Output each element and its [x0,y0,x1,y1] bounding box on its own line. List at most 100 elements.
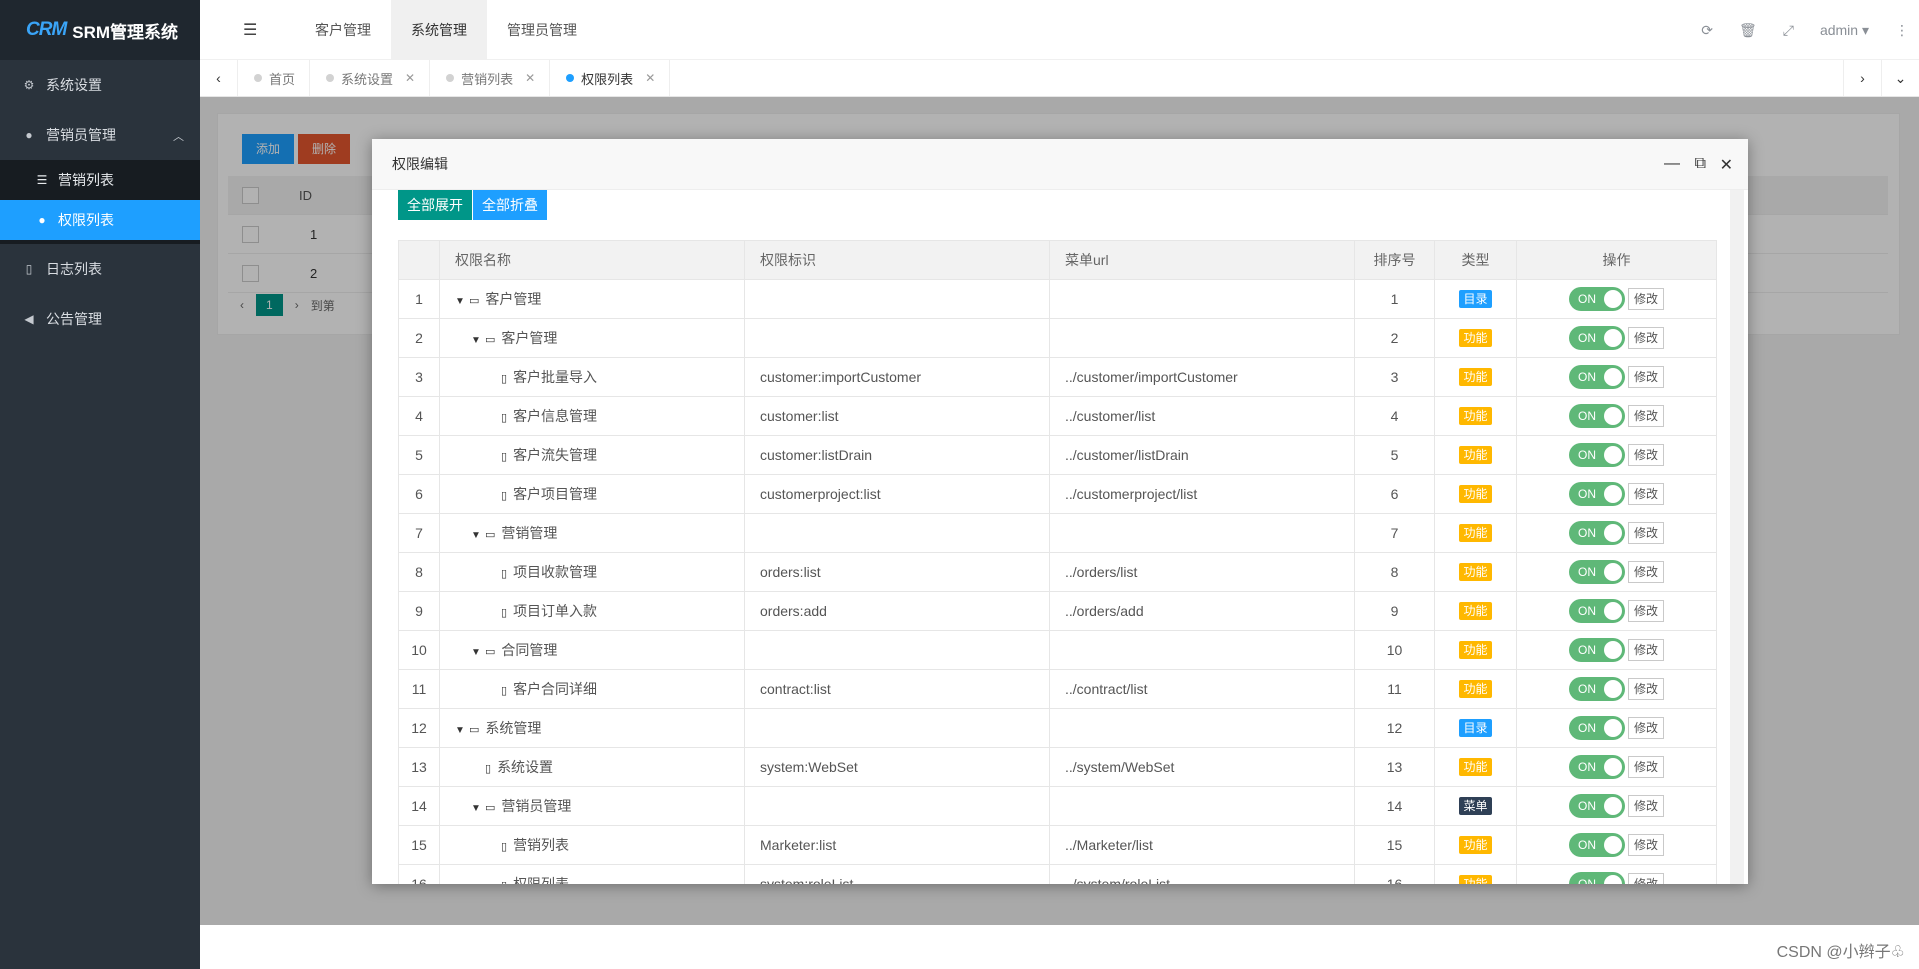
sidebar-item-announcements[interactable]: ◀ 公告管理 [0,294,200,344]
user-menu[interactable]: admin ▾ [1820,22,1869,39]
status-toggle[interactable]: ON [1568,521,1625,545]
nav-system-management[interactable]: 系统管理 [391,0,487,60]
permission-name-cell[interactable]: ▯ 客户合同详细 [439,669,745,709]
sidebar-item-system-settings[interactable]: ⚙ 系统设置 [0,60,200,110]
status-toggle[interactable]: ON [1568,677,1625,701]
status-toggle[interactable]: ON [1568,287,1625,311]
app-logo[interactable]: CRM SRM管理系统 [0,0,200,60]
dialog-body: 全部展开 全部折叠 权限名称 权限标识 菜单url 排序号 类型 操作 1 ▼ ▭ 客… [372,190,1748,884]
caret-down-icon[interactable]: ▼ [471,335,481,346]
nav-admin-management[interactable]: 管理员管理 [487,0,597,60]
edit-button[interactable]: 修改 [1627,717,1664,739]
permission-name-cell[interactable]: ▯ 客户项目管理 [439,474,745,514]
edit-button[interactable]: 修改 [1627,366,1664,388]
more-icon[interactable]: ⋮ [1895,22,1909,39]
sidebar-item-marketer-management[interactable]: ● 营销员管理 ︿ [0,110,200,160]
permission-name-cell[interactable]: ▯ 客户流失管理 [439,435,745,475]
caret-down-icon[interactable]: ▼ [455,296,465,307]
permission-name-cell[interactable]: ▼ ▭ 客户管理 [439,279,745,319]
caret-down-icon[interactable]: ▼ [471,803,481,814]
caret-down-icon[interactable]: ▼ [471,647,481,658]
permission-name-cell[interactable]: ▯ 客户批量导入 [439,357,745,397]
permission-key: customerproject:list [744,474,1050,514]
type-cell: 功能 [1434,474,1517,514]
expand-all-button[interactable]: 全部展开 [398,190,472,220]
sidebar-subitem-permission-list[interactable]: ● 权限列表 [0,200,200,240]
actions-cell: ON 修改 [1516,552,1717,592]
maximize-icon[interactable]: ⧉ [1695,155,1706,173]
edit-button[interactable]: 修改 [1627,327,1664,349]
permission-key: customer:list [744,396,1050,436]
actions-cell: ON 修改 [1516,396,1717,436]
permission-name-cell[interactable]: ▼ ▭ 客户管理 [439,318,745,358]
status-toggle[interactable]: ON [1568,599,1625,623]
edit-button[interactable]: 修改 [1627,288,1664,310]
tab-system-settings[interactable]: 系统设置 ✕ [310,60,431,96]
permission-name-cell[interactable]: ▯ 客户信息管理 [439,396,745,436]
edit-button[interactable]: 修改 [1627,444,1664,466]
edit-button[interactable]: 修改 [1627,522,1664,544]
status-toggle[interactable]: ON [1568,365,1625,389]
caret-down-icon[interactable]: ▼ [471,530,481,541]
permission-name-cell[interactable]: ▼ ▭ 营销管理 [439,513,745,553]
trash-icon[interactable]: 🗑 [1739,22,1757,39]
permission-name-cell[interactable]: ▯ 项目订单入款 [439,591,745,631]
tab-marketing-list[interactable]: 营销列表 ✕ [430,60,551,96]
status-toggle[interactable]: ON [1568,482,1625,506]
sort-number: 13 [1354,747,1435,787]
status-toggle[interactable]: ON [1568,872,1625,884]
permission-name-cell[interactable]: ▯ 项目收款管理 [439,552,745,592]
sidebar-item-label: 系统设置 [46,77,102,93]
status-toggle[interactable]: ON [1568,326,1625,350]
edit-button[interactable]: 修改 [1627,639,1664,661]
edit-button[interactable]: 修改 [1627,483,1664,505]
edit-button[interactable]: 修改 [1627,561,1664,583]
menu-url: ../system/WebSet [1049,747,1355,787]
tree-controls: 全部展开 全部折叠 [398,190,547,220]
status-toggle[interactable]: ON [1568,833,1625,857]
nav-customer-management[interactable]: 客户管理 [295,0,391,60]
app-title: SRM管理系统 [72,22,179,42]
sidebar-item-log-list[interactable]: ▯ 日志列表 [0,244,200,294]
type-badge: 功能 [1459,368,1492,386]
edit-button[interactable]: 修改 [1627,600,1664,622]
permission-name-cell[interactable]: ▯ 系统设置 [439,747,745,787]
chevron-right-icon[interactable]: › [1843,60,1881,96]
status-toggle[interactable]: ON [1568,560,1625,584]
chevron-left-icon[interactable]: ‹ [200,60,238,96]
close-icon[interactable]: ✕ [1720,155,1733,175]
close-icon[interactable]: ✕ [405,71,415,85]
refresh-icon[interactable]: ⟳ [1701,22,1713,39]
sidebar-item-label: 营销员管理 [46,127,116,143]
menu-toggle-icon[interactable]: ☰ [243,20,257,40]
close-icon[interactable]: ✕ [645,71,655,85]
tab-home[interactable]: 首页 [238,60,311,96]
tab-permission-list[interactable]: 权限列表 ✕ [550,60,671,96]
status-toggle[interactable]: ON [1568,755,1625,779]
fullscreen-icon[interactable]: ⤢ [1783,22,1794,39]
permission-name-cell[interactable]: ▼ ▭ 营销员管理 [439,786,745,826]
chevron-down-icon[interactable]: ⌄ [1881,60,1919,96]
scrollbar[interactable] [1730,190,1744,884]
edit-button[interactable]: 修改 [1627,834,1664,856]
edit-button[interactable]: 修改 [1627,795,1664,817]
minimize-icon[interactable]: — [1664,155,1680,173]
status-toggle[interactable]: ON [1568,404,1625,428]
edit-button[interactable]: 修改 [1627,405,1664,427]
edit-button[interactable]: 修改 [1627,678,1664,700]
status-toggle[interactable]: ON [1568,716,1625,740]
status-toggle[interactable]: ON [1568,794,1625,818]
edit-button[interactable]: 修改 [1627,873,1664,884]
toggle-knob [1603,290,1622,308]
close-icon[interactable]: ✕ [525,71,535,85]
status-toggle[interactable]: ON [1568,638,1625,662]
caret-down-icon[interactable]: ▼ [455,725,465,736]
status-toggle[interactable]: ON [1568,443,1625,467]
sidebar-subitem-marketing-list[interactable]: ☰ 营销列表 [0,160,200,200]
collapse-all-button[interactable]: 全部折叠 [473,190,547,220]
edit-button[interactable]: 修改 [1627,756,1664,778]
permission-name-cell[interactable]: ▯ 权限列表 [439,864,745,884]
permission-name-cell[interactable]: ▼ ▭ 合同管理 [439,630,745,670]
permission-name-cell[interactable]: ▯ 营销列表 [439,825,745,865]
permission-name-cell[interactable]: ▼ ▭ 系统管理 [439,708,745,748]
